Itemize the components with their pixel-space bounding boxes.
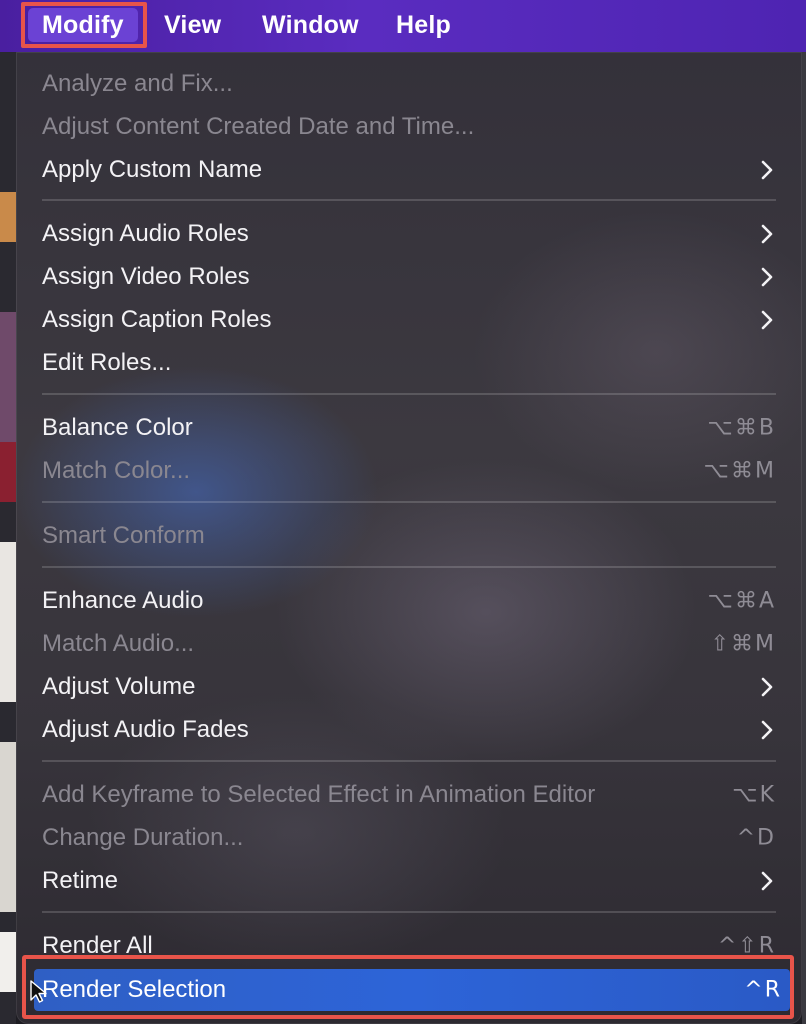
keyboard-shortcut: ⌥K (732, 782, 776, 808)
menu-item-label: Assign Video Roles (42, 263, 250, 290)
menu-separator (42, 911, 776, 913)
chevron-right-icon (761, 677, 773, 697)
menu-item-add-keyframe[interactable]: Add Keyframe to Selected Effect in Anima… (16, 775, 802, 815)
menu-item-adjust-volume[interactable]: Adjust Volume (16, 667, 802, 707)
menu-item-label: Smart Conform (42, 522, 205, 549)
menu-item-apply-custom-name[interactable]: Apply Custom Name (16, 150, 802, 190)
menu-item-label: Adjust Content Created Date and Time... (42, 113, 475, 140)
keyboard-shortcut: ^D (736, 825, 776, 851)
menu-item-label: Enhance Audio (42, 587, 204, 614)
menu-item-label: Match Color... (42, 457, 191, 484)
menu-item-label: Adjust Audio Fades (42, 716, 249, 743)
menubar-modify[interactable]: Modify (28, 8, 138, 42)
chevron-right-icon (761, 871, 773, 891)
modify-menu-dropdown: Analyze and Fix... Adjust Content Create… (16, 52, 802, 1024)
keyboard-shortcut: ⌥⌘B (707, 415, 776, 441)
menu-item-retime[interactable]: Retime (16, 861, 802, 901)
menu-item-adjust-audio-fades[interactable]: Adjust Audio Fades (16, 710, 802, 750)
menubar-view[interactable]: View (164, 8, 221, 42)
menu-item-balance-color[interactable]: Balance Color ⌥⌘B (16, 408, 802, 448)
chevron-right-icon (761, 267, 773, 287)
menu-item-label: Add Keyframe to Selected Effect in Anima… (42, 781, 596, 808)
menu-item-label: Edit Roles... (42, 349, 172, 376)
background-app-panel (0, 52, 16, 1024)
menu-item-label: Retime (42, 867, 119, 894)
menu-bar: Modify View Window Help (0, 0, 806, 52)
keyboard-shortcut: ^R (744, 977, 782, 1003)
menu-separator (42, 199, 776, 201)
menubar-window[interactable]: Window (262, 8, 359, 42)
menu-item-adjust-content-created-date[interactable]: Adjust Content Created Date and Time... (16, 107, 802, 147)
keyboard-shortcut: ⇧⌘M (710, 631, 776, 657)
menu-item-label: Assign Caption Roles (42, 306, 272, 333)
background-app-edge (802, 52, 806, 1024)
menu-item-label: Assign Audio Roles (42, 220, 249, 247)
menu-item-label: Balance Color (42, 414, 193, 441)
menu-item-assign-video-roles[interactable]: Assign Video Roles (16, 257, 802, 297)
chevron-right-icon (761, 720, 773, 740)
menu-item-analyze-and-fix[interactable]: Analyze and Fix... (16, 64, 802, 104)
keyboard-shortcut: ^⇧R (717, 933, 776, 959)
mouse-pointer-icon (30, 980, 47, 1003)
menu-item-edit-roles[interactable]: Edit Roles... (16, 343, 802, 383)
menu-item-assign-caption-roles[interactable]: Assign Caption Roles (16, 300, 802, 340)
chevron-right-icon (761, 310, 773, 330)
menu-separator (42, 501, 776, 503)
menu-item-label: Render All (42, 932, 153, 959)
menu-item-label: Match Audio... (42, 630, 195, 657)
keyboard-shortcut: ⌥⌘A (707, 588, 776, 614)
menu-item-smart-conform[interactable]: Smart Conform (16, 516, 802, 556)
menu-item-match-audio[interactable]: Match Audio... ⇧⌘M (16, 624, 802, 664)
menu-item-match-color[interactable]: Match Color... ⌥⌘M (16, 451, 802, 491)
menu-item-label: Adjust Volume (42, 673, 196, 700)
chevron-right-icon (761, 224, 773, 244)
keyboard-shortcut: ⌥⌘M (703, 458, 776, 484)
menu-item-enhance-audio[interactable]: Enhance Audio ⌥⌘A (16, 581, 802, 621)
menu-item-assign-audio-roles[interactable]: Assign Audio Roles (16, 214, 802, 254)
menu-separator (42, 566, 776, 568)
menu-separator (42, 760, 776, 762)
menu-item-label: Change Duration... (42, 824, 244, 851)
menubar-help[interactable]: Help (396, 8, 451, 42)
menu-item-render-all[interactable]: Render All ^⇧R (16, 926, 802, 966)
chevron-right-icon (761, 160, 773, 180)
menu-item-render-selection[interactable]: Render Selection ^R (34, 969, 790, 1011)
menu-item-change-duration[interactable]: Change Duration... ^D (16, 818, 802, 858)
menu-separator (42, 393, 776, 395)
menu-item-label: Apply Custom Name (42, 156, 263, 183)
menu-item-label: Render Selection (42, 976, 227, 1003)
menu-item-label: Analyze and Fix... (42, 70, 233, 97)
